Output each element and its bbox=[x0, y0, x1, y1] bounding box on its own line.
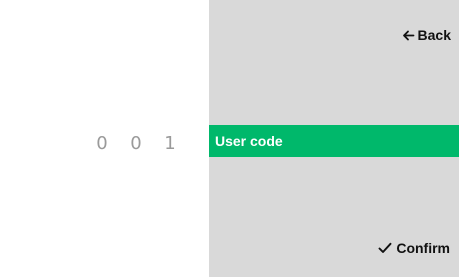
code-display-panel: 0 0 1 bbox=[0, 0, 209, 277]
code-digit-2: 0 bbox=[130, 132, 142, 154]
back-button[interactable]: Back bbox=[402, 24, 451, 46]
menu-item-user-code[interactable]: User code bbox=[209, 125, 459, 157]
code-digit-3: 1 bbox=[164, 132, 176, 154]
checkmark-icon bbox=[378, 242, 392, 254]
code-digits: 0 0 1 bbox=[85, 130, 187, 156]
menu-item-label: User code bbox=[215, 133, 283, 149]
code-digit-1: 0 bbox=[96, 132, 108, 154]
confirm-button[interactable]: Confirm bbox=[378, 237, 450, 259]
arrow-left-icon bbox=[402, 29, 415, 42]
code-entry-screen: 0 0 1 Back Confirm User code bbox=[0, 0, 459, 277]
confirm-button-label: Confirm bbox=[396, 240, 450, 256]
back-button-label: Back bbox=[417, 27, 451, 43]
